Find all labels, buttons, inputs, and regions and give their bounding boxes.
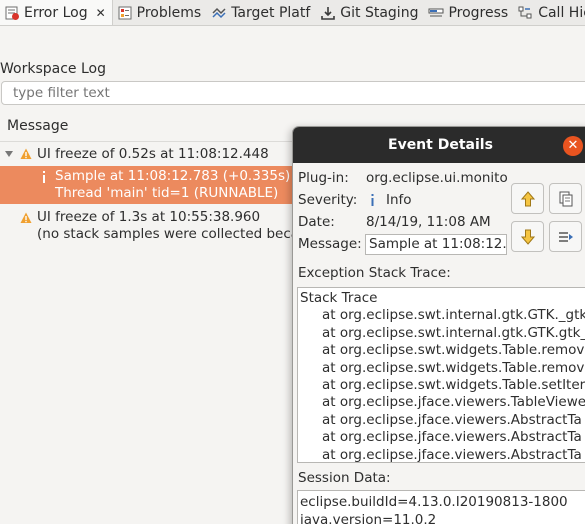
error-log-window: Error Log ✕ Problems Target Platf Git St… <box>0 0 585 524</box>
stack-trace-text[interactable]: Stack Trace at org.eclipse.swt.internal.… <box>297 287 585 463</box>
stack-frame: at org.eclipse.jface.viewers.AbstractTa <box>322 411 582 428</box>
warning-icon <box>20 212 32 223</box>
view-tab-bar: Error Log ✕ Problems Target Platf Git St… <box>0 0 585 26</box>
tab-label: Target Platf <box>231 5 311 21</box>
next-entry-button[interactable] <box>511 221 544 252</box>
tab-git-staging[interactable]: Git Staging <box>316 0 424 25</box>
log-entry-detail: (no stack samples were collected beca <box>37 226 300 242</box>
tab-call-hierarchy[interactable]: Call Hier <box>514 0 585 25</box>
plugin-value: org.eclipse.ui.monito <box>366 170 508 186</box>
tab-problems[interactable]: Problems <box>113 0 208 25</box>
tab-label: Progress <box>448 5 509 21</box>
tab-label: Git Staging <box>340 5 419 21</box>
close-icon: ✕ <box>567 138 579 153</box>
stack-frame: at org.eclipse.swt.internal.gtk.GTK._gtk <box>322 307 585 324</box>
stack-frame: at org.eclipse.jface.viewers.AbstractTa <box>322 446 582 463</box>
close-tab-icon[interactable]: ✕ <box>96 6 106 20</box>
stack-trace-header: Stack Trace <box>300 290 378 306</box>
session-data-text[interactable]: eclipse.buildId=4.13.0.I20190813-1800 ja… <box>297 490 585 524</box>
arrow-up-icon <box>520 190 535 206</box>
filter-stack-button[interactable] <box>549 221 582 252</box>
plugin-label: Plug-in: <box>298 170 349 186</box>
problems-icon <box>118 6 132 20</box>
workspace-log-label: Workspace Log <box>0 61 106 77</box>
info-icon <box>371 194 374 206</box>
stack-frame: at org.eclipse.swt.widgets.Table.setIter <box>322 377 585 394</box>
stack-frame: at org.eclipse.jface.viewers.TableViewe <box>322 394 585 411</box>
severity-label: Severity: <box>298 192 358 208</box>
tab-label: Error Log <box>24 5 88 21</box>
session-line: java.version=11.0.2 <box>300 512 437 524</box>
stack-frame: at org.eclipse.swt.widgets.Table.remov <box>322 342 585 359</box>
log-entry-text: UI freeze of 0.52s at 11:08:12.448 <box>37 146 269 162</box>
session-data-label: Session Data: <box>298 470 391 486</box>
progress-icon <box>428 8 444 17</box>
dialog-title: Event Details <box>388 137 493 153</box>
event-details-dialog: Event Details ✕ Plug-in: org.eclipse.ui.… <box>292 126 585 524</box>
close-dialog-button[interactable]: ✕ <box>563 136 583 156</box>
tab-target-platform[interactable]: Target Platf <box>207 0 316 25</box>
arrow-down-icon <box>520 229 535 245</box>
copy-button[interactable] <box>549 183 582 214</box>
log-entry-text: Sample at 11:08:12.783 (+0.335s) <box>55 168 291 184</box>
previous-entry-button[interactable] <box>511 183 544 214</box>
exception-stack-trace-label: Exception Stack Trace: <box>298 265 451 281</box>
stack-frame: at org.eclipse.swt.widgets.Table.remov <box>322 359 585 376</box>
stack-frame: at org.eclipse.swt.internal.gtk.GTK.gtk_ <box>322 324 585 341</box>
message-column-label: Message <box>7 118 69 134</box>
severity-value: Info <box>386 192 412 208</box>
tab-error-log[interactable]: Error Log ✕ <box>0 0 113 25</box>
log-entry-text: UI freeze of 1.3s at 10:55:38.960 <box>37 209 261 225</box>
error-log-icon <box>5 6 19 20</box>
warning-icon <box>20 148 32 159</box>
session-line: eclipse.buildId=4.13.0.I20190813-1800 <box>300 494 568 510</box>
date-label: Date: <box>298 214 335 230</box>
copy-icon <box>559 191 572 206</box>
message-field[interactable]: Sample at 11:08:12.7 <box>365 234 507 255</box>
git-staging-icon <box>321 7 336 20</box>
filter-input[interactable] <box>1 81 585 105</box>
call-hierarchy-icon <box>518 6 532 19</box>
tab-label: Problems <box>136 5 202 21</box>
collapse-arrow-icon[interactable] <box>4 150 14 158</box>
filter-stack-icon <box>558 231 573 242</box>
target-platform-icon <box>212 7 226 19</box>
tab-label: Call Hier <box>538 5 585 21</box>
dialog-title-bar[interactable]: Event Details ✕ <box>293 127 585 163</box>
tab-progress[interactable]: Progress <box>424 0 514 25</box>
date-value: 8/14/19, 11:08 AM <box>366 214 491 230</box>
stack-frame: at org.eclipse.jface.viewers.AbstractTa <box>322 429 582 446</box>
message-label: Message: <box>298 236 362 252</box>
info-icon <box>43 171 45 183</box>
log-entry-detail: Thread 'main' tid=1 (RUNNABLE) <box>55 185 279 201</box>
